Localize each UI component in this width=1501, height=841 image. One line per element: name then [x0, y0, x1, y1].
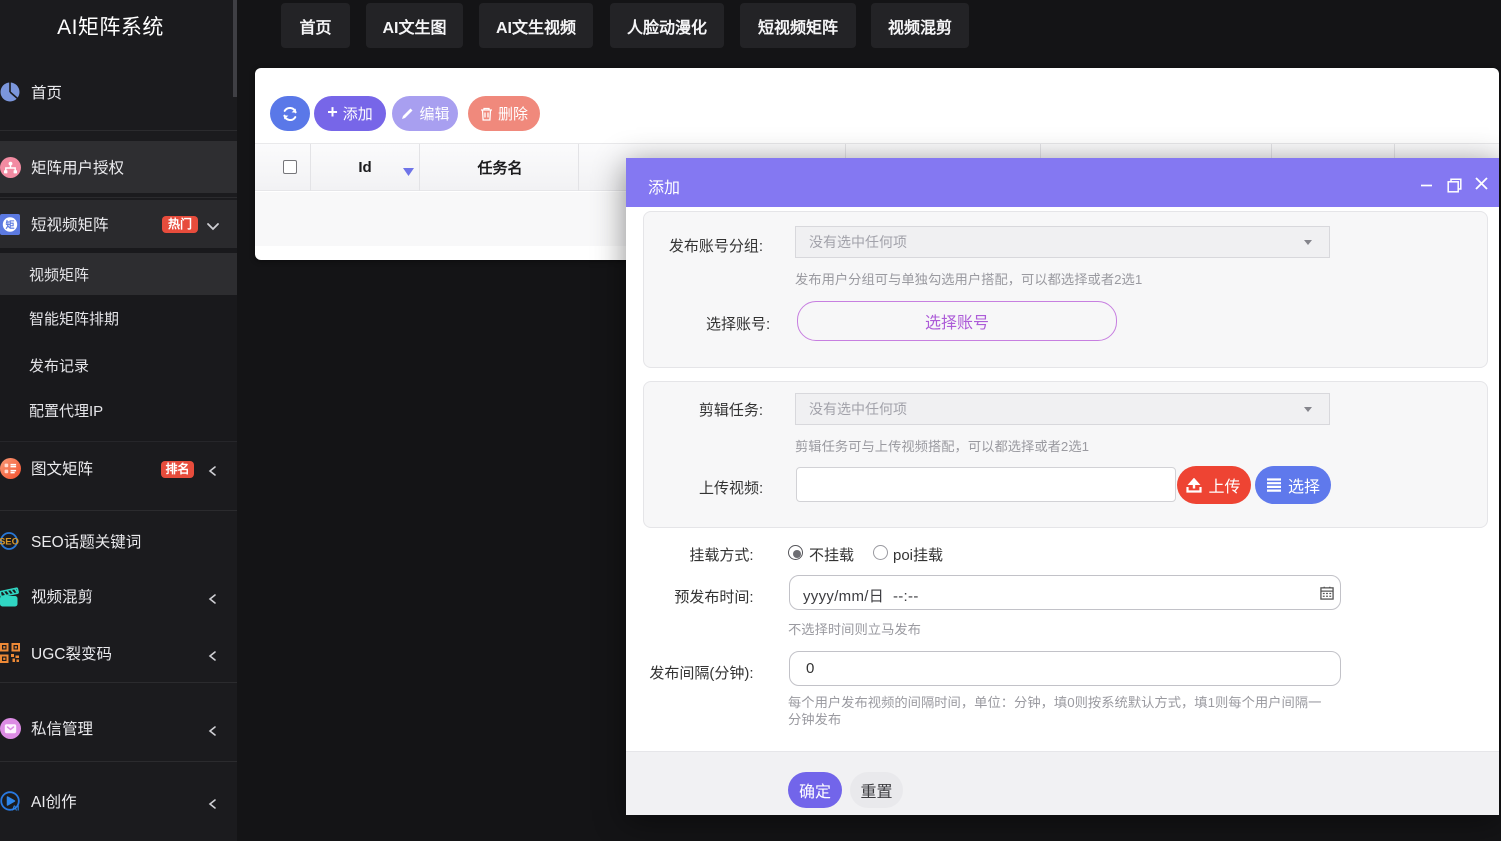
svg-text:矩: 矩	[4, 219, 14, 230]
svg-text:AI: AI	[12, 804, 20, 813]
svg-text:SEO: SEO	[0, 537, 19, 548]
